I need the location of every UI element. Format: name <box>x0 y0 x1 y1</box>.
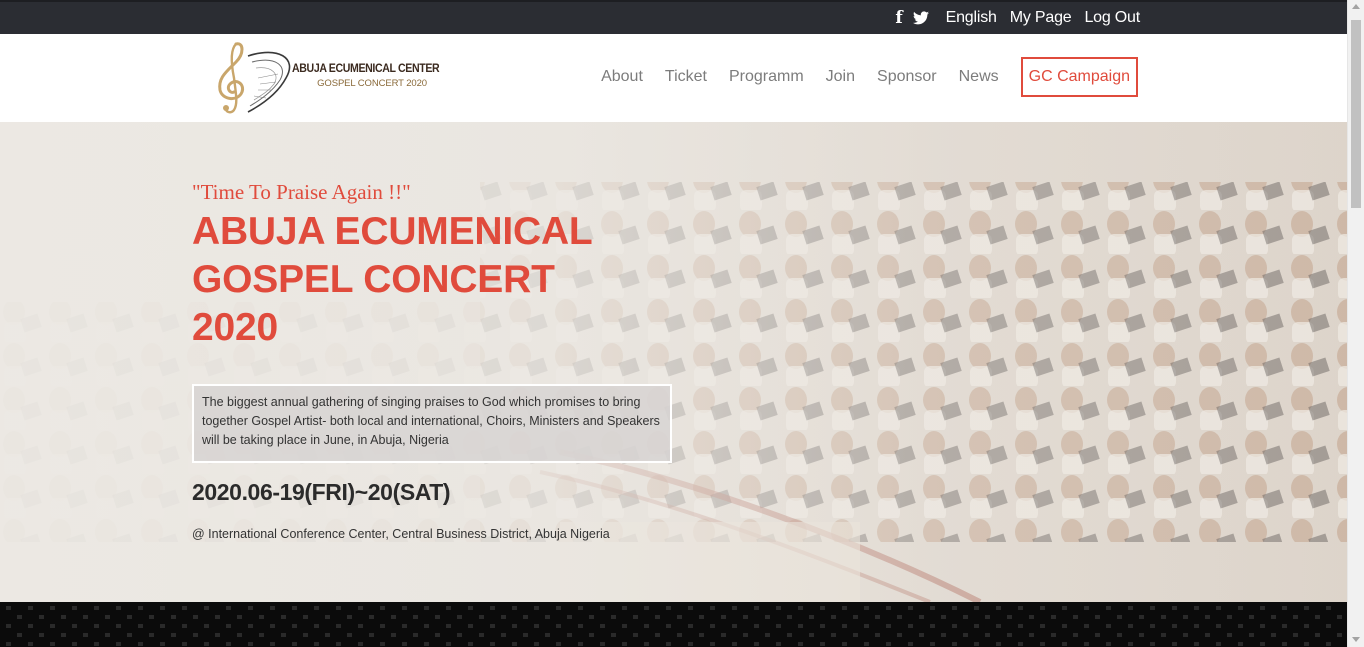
my-page-link[interactable]: My Page <box>1010 9 1072 27</box>
scroll-down-arrow-icon[interactable] <box>1352 637 1360 642</box>
scroll-thumb[interactable] <box>1351 20 1361 208</box>
twitter-icon[interactable] <box>912 11 929 25</box>
gc-campaign-button[interactable]: GC Campaign <box>1020 57 1138 97</box>
treble-clef-logo-icon <box>218 42 291 114</box>
dot-pattern <box>0 602 1347 647</box>
nav-join[interactable]: Join <box>826 68 855 86</box>
hero-section: "Time To Praise Again !!" ABUJA ECUMENIC… <box>0 122 1347 602</box>
page: f English My Page Log Out ABUJA ECUMENIC… <box>0 0 1364 647</box>
hero-tagline: "Time To Praise Again !!" <box>192 180 411 204</box>
facebook-icon[interactable]: f <box>895 9 902 27</box>
nav-about[interactable]: About <box>601 68 643 86</box>
page-scrollbar[interactable] <box>1347 0 1364 647</box>
logo-subtitle: GOSPEL CONCERT 2020 <box>317 78 427 89</box>
main-nav: About Ticket Programm Join Sponsor News … <box>579 57 1138 97</box>
social-links: f <box>895 9 929 27</box>
dark-pattern-strip <box>0 602 1347 647</box>
hero-title-line-3: 2020 <box>192 306 278 349</box>
top-utility-bar: f English My Page Log Out <box>0 0 1347 34</box>
nav-programm[interactable]: Programm <box>729 68 804 86</box>
logo-title: ABUJA ECUMENICAL CENTER <box>292 63 440 75</box>
hero-content: "Time To Praise Again !!" ABUJA ECUMENIC… <box>192 180 712 541</box>
logout-link[interactable]: Log Out <box>1084 9 1140 27</box>
site-header: ABUJA ECUMENICAL CENTER GOSPEL CONCERT 2… <box>0 34 1347 122</box>
hero-title-line-1: ABUJA ECUMENICAL <box>192 210 593 253</box>
nav-sponsor[interactable]: Sponsor <box>877 68 937 86</box>
logo-text: ABUJA ECUMENICAL CENTER GOSPEL CONCERT 2… <box>292 63 452 89</box>
event-venue: @ International Conference Center, Centr… <box>192 527 610 541</box>
language-link[interactable]: English <box>946 9 997 27</box>
site-logo[interactable]: ABUJA ECUMENICAL CENTER GOSPEL CONCERT 2… <box>208 38 452 118</box>
topbar-links: f English My Page Log Out <box>895 2 1140 34</box>
hero-description: The biggest annual gathering of singing … <box>192 384 672 463</box>
nav-news[interactable]: News <box>959 68 999 86</box>
event-date: 2020.06-19(FRI)~20(SAT) <box>192 479 451 505</box>
nav-ticket[interactable]: Ticket <box>665 68 707 86</box>
hero-title-line-2: GOSPEL CONCERT <box>192 258 555 301</box>
hero-title: ABUJA ECUMENICAL GOSPEL CONCERT 2020 <box>192 208 712 352</box>
scroll-up-arrow-icon[interactable] <box>1352 4 1360 9</box>
